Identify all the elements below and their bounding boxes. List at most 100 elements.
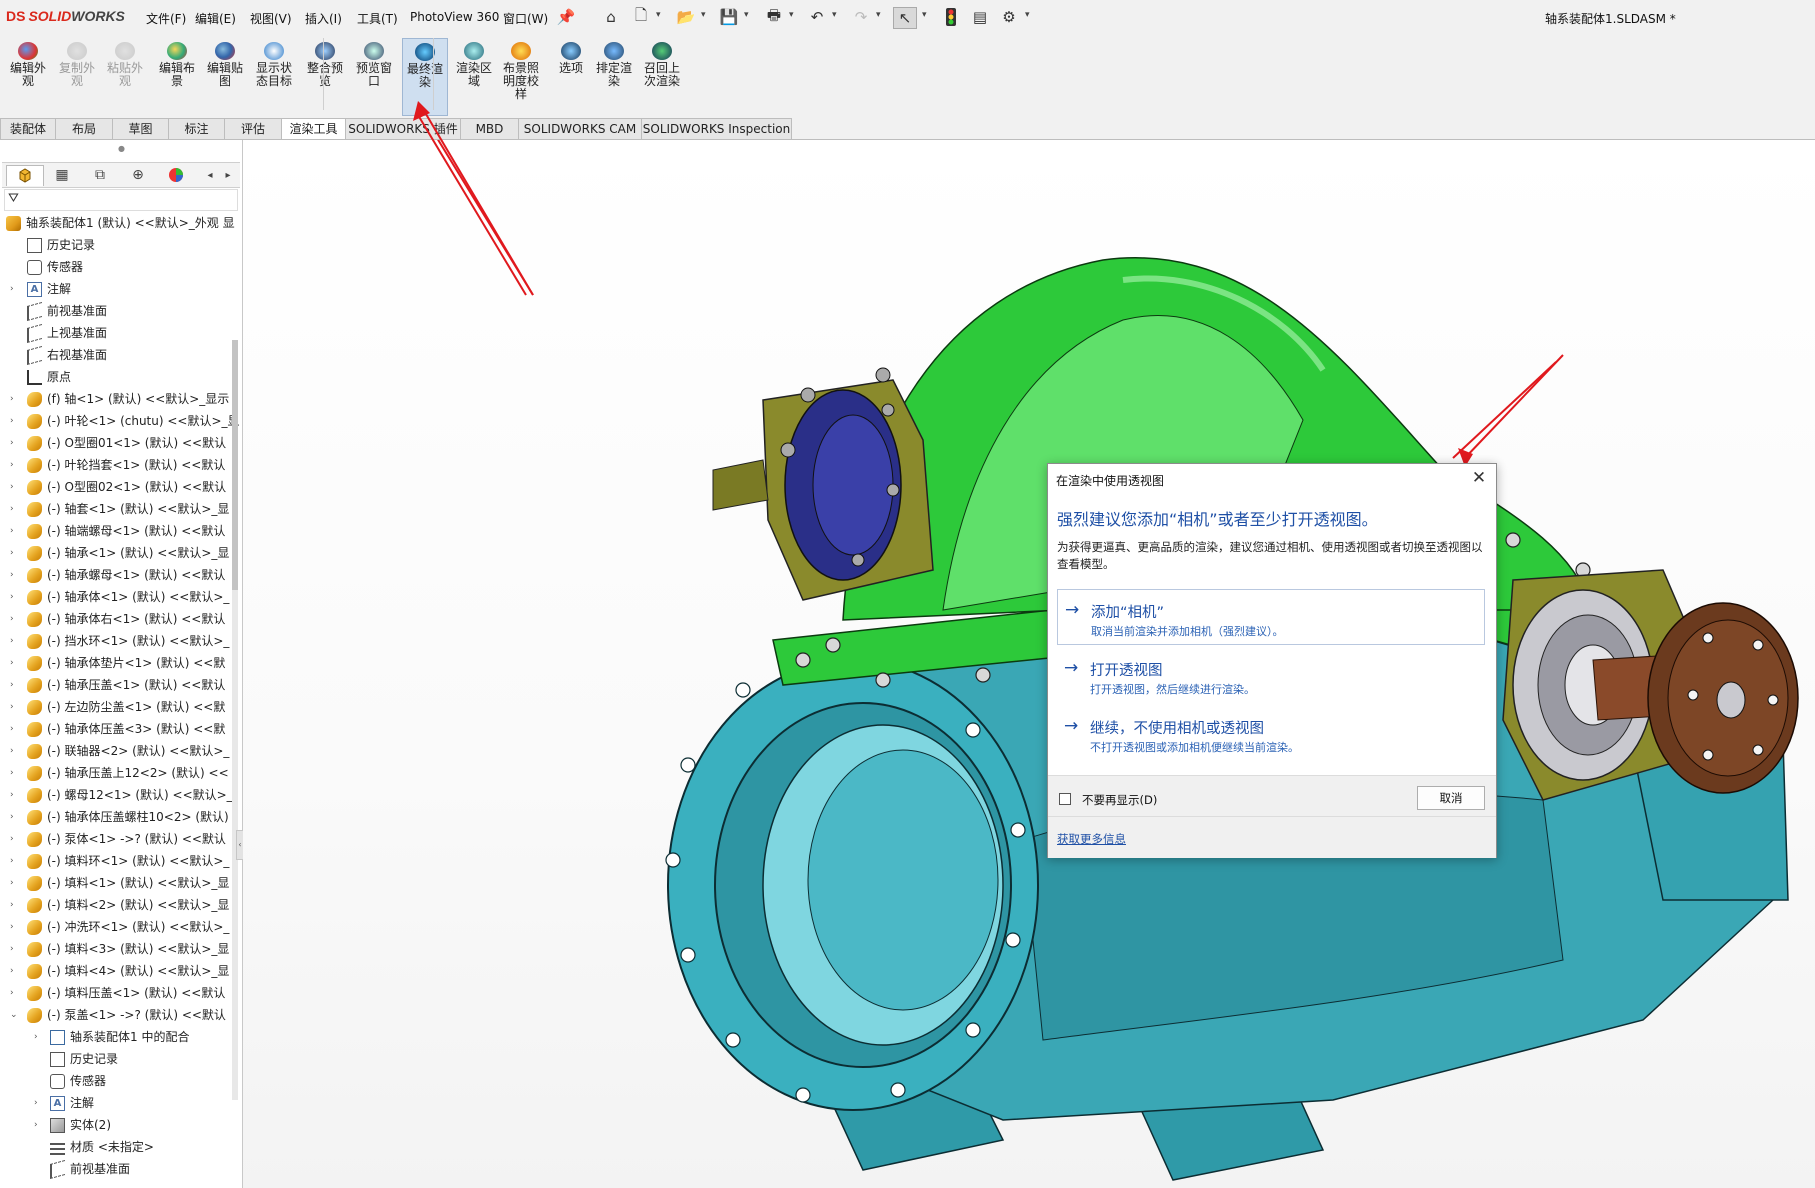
- expand-chevron-icon[interactable]: ›: [34, 1116, 44, 1135]
- options-dropdown-icon[interactable]: ▾: [1025, 10, 1030, 20]
- integrated-preview-button[interactable]: 整合预览: [303, 38, 347, 114]
- expand-chevron-icon[interactable]: ›: [10, 918, 20, 937]
- menu-tools[interactable]: 工具(T): [357, 10, 398, 27]
- expand-chevron-icon[interactable]: ›: [10, 412, 20, 431]
- options-gear-icon[interactable]: ⚙: [998, 7, 1020, 27]
- file-properties-icon[interactable]: ▤: [969, 7, 991, 27]
- print-icon[interactable]: 🖶: [763, 6, 785, 27]
- expand-chevron-icon[interactable]: ›: [10, 984, 20, 1003]
- tab-5[interactable]: 渲染工具: [281, 118, 346, 139]
- preview-window-button[interactable]: 预览窗口: [352, 38, 396, 114]
- save-icon[interactable]: 💾: [718, 7, 740, 27]
- menu-file[interactable]: 文件(F): [146, 10, 186, 27]
- tree-filter-box[interactable]: ⛛: [4, 189, 238, 211]
- collapse-chevron-icon[interactable]: ⌄: [10, 1006, 20, 1025]
- expand-chevron-icon[interactable]: ›: [10, 962, 20, 981]
- scroll-left-icon[interactable]: ◂: [202, 165, 218, 185]
- recall-last-render-button[interactable]: 召回上次渲染: [640, 38, 684, 114]
- copy-appearance-button[interactable]: 复制外观: [55, 38, 99, 114]
- open-folder-icon[interactable]: 📂: [675, 7, 697, 27]
- tab-4[interactable]: 评估: [224, 118, 282, 139]
- option-open-perspective[interactable]: → 打开透视图 打开透视图，然后继续进行渲染。: [1057, 648, 1485, 704]
- expand-chevron-icon[interactable]: ›: [10, 566, 20, 585]
- expand-chevron-icon[interactable]: ›: [10, 610, 20, 629]
- new-dropdown-icon[interactable]: ▾: [656, 10, 661, 20]
- tab-2[interactable]: 草图: [112, 118, 169, 139]
- expand-chevron-icon[interactable]: ›: [10, 852, 20, 871]
- tab-9[interactable]: SOLIDWORKS Inspection: [641, 118, 792, 139]
- tree-node-label: (-) 填料<3> (默认) <<默认>_显: [47, 942, 230, 956]
- tab-0[interactable]: 装配体: [0, 118, 56, 139]
- feature-manager-tree-icon[interactable]: [6, 165, 44, 186]
- close-icon[interactable]: ✕: [1468, 467, 1490, 489]
- more-info-link[interactable]: 获取更多信息: [1057, 831, 1126, 847]
- menu-edit[interactable]: 编辑(E): [195, 10, 236, 27]
- pin-icon[interactable]: 📌: [555, 7, 577, 27]
- tree-scrollbar-thumb[interactable]: [232, 340, 238, 590]
- scroll-right-icon[interactable]: ▸: [220, 165, 236, 185]
- configuration-manager-icon[interactable]: ⧉: [82, 165, 118, 185]
- dimxpert-manager-icon[interactable]: ⊕: [120, 165, 156, 185]
- expand-chevron-icon[interactable]: ›: [10, 478, 20, 497]
- schedule-render-button[interactable]: 排定渲染: [592, 38, 636, 114]
- select-pointer-icon[interactable]: ↖: [893, 7, 917, 29]
- option-continue-without[interactable]: → 继续，不使用相机或透视图 不打开透视图或添加相机便继续当前渲染。: [1057, 706, 1485, 762]
- redo-dropdown-icon[interactable]: ▾: [876, 10, 881, 20]
- tab-1[interactable]: 布局: [55, 118, 113, 139]
- redo-icon[interactable]: ↷: [850, 7, 872, 27]
- solidworks-logo[interactable]: DS SOLIDWORKS: [6, 8, 125, 24]
- expand-chevron-icon[interactable]: ›: [10, 786, 20, 805]
- menu-insert[interactable]: 插入(I): [305, 10, 342, 27]
- expand-chevron-icon[interactable]: ›: [10, 522, 20, 541]
- expand-chevron-icon[interactable]: ›: [10, 720, 20, 739]
- edit-scene-button[interactable]: 编辑布景: [155, 38, 199, 114]
- expand-chevron-icon[interactable]: ›: [10, 654, 20, 673]
- cancel-button[interactable]: 取消: [1417, 786, 1485, 810]
- home-icon[interactable]: ⌂: [600, 7, 622, 27]
- expand-chevron-icon[interactable]: ›: [10, 456, 20, 475]
- dont-show-again-label[interactable]: 不要再显示(D): [1082, 792, 1157, 808]
- undo-dropdown-icon[interactable]: ▾: [832, 10, 837, 20]
- expand-chevron-icon[interactable]: ›: [10, 390, 20, 409]
- filter-icon[interactable]: ⛛: [8, 191, 19, 206]
- expand-chevron-icon[interactable]: ›: [10, 588, 20, 607]
- save-dropdown-icon[interactable]: ▾: [744, 10, 749, 20]
- display-state-target-button[interactable]: 显示状态目标: [252, 38, 296, 114]
- expand-chevron-icon[interactable]: ›: [34, 1028, 44, 1047]
- expand-chevron-icon[interactable]: ›: [10, 632, 20, 651]
- print-dropdown-icon[interactable]: ▾: [789, 10, 794, 20]
- expand-chevron-icon[interactable]: ›: [10, 676, 20, 695]
- menu-view[interactable]: 视图(V): [250, 10, 292, 27]
- expand-chevron-icon[interactable]: ›: [10, 896, 20, 915]
- expand-chevron-icon[interactable]: ›: [10, 808, 20, 827]
- paste-appearance-button[interactable]: 粘贴外观: [103, 38, 147, 114]
- expand-chevron-icon[interactable]: ›: [10, 742, 20, 761]
- edit-appearance-button[interactable]: 编辑外观: [6, 38, 50, 114]
- menu-window[interactable]: 窗口(W): [503, 10, 548, 27]
- option-add-camera[interactable]: → 添加“相机” 取消当前渲染并添加相机（强烈建议）。: [1057, 589, 1485, 645]
- panel-grip-icon[interactable]: ●: [118, 144, 125, 153]
- undo-icon[interactable]: ↶: [806, 7, 828, 27]
- expand-chevron-icon[interactable]: ›: [10, 544, 20, 563]
- traffic-light-icon[interactable]: [940, 7, 962, 27]
- expand-chevron-icon[interactable]: ›: [10, 874, 20, 893]
- render-options-button[interactable]: 选项: [549, 38, 593, 114]
- expand-chevron-icon[interactable]: ›: [10, 434, 20, 453]
- edit-decal-button[interactable]: 编辑贴图: [203, 38, 247, 114]
- select-dropdown-icon[interactable]: ▾: [922, 10, 927, 20]
- expand-chevron-icon[interactable]: ›: [10, 500, 20, 519]
- menu-photoview[interactable]: PhotoView 360: [410, 10, 499, 24]
- tree-scrollbar[interactable]: [232, 340, 238, 1100]
- expand-chevron-icon[interactable]: ›: [10, 280, 20, 299]
- tab-3[interactable]: 标注: [168, 118, 225, 139]
- expand-chevron-icon[interactable]: ›: [10, 764, 20, 783]
- dont-show-again-checkbox[interactable]: [1059, 793, 1071, 805]
- new-document-icon[interactable]: 🗋: [630, 6, 652, 27]
- expand-chevron-icon[interactable]: ›: [10, 830, 20, 849]
- property-manager-icon[interactable]: ▦: [44, 165, 80, 185]
- open-dropdown-icon[interactable]: ▾: [701, 10, 706, 20]
- expand-chevron-icon[interactable]: ›: [10, 940, 20, 959]
- expand-chevron-icon[interactable]: ›: [34, 1094, 44, 1113]
- display-manager-icon[interactable]: [158, 165, 194, 185]
- expand-chevron-icon[interactable]: ›: [10, 698, 20, 717]
